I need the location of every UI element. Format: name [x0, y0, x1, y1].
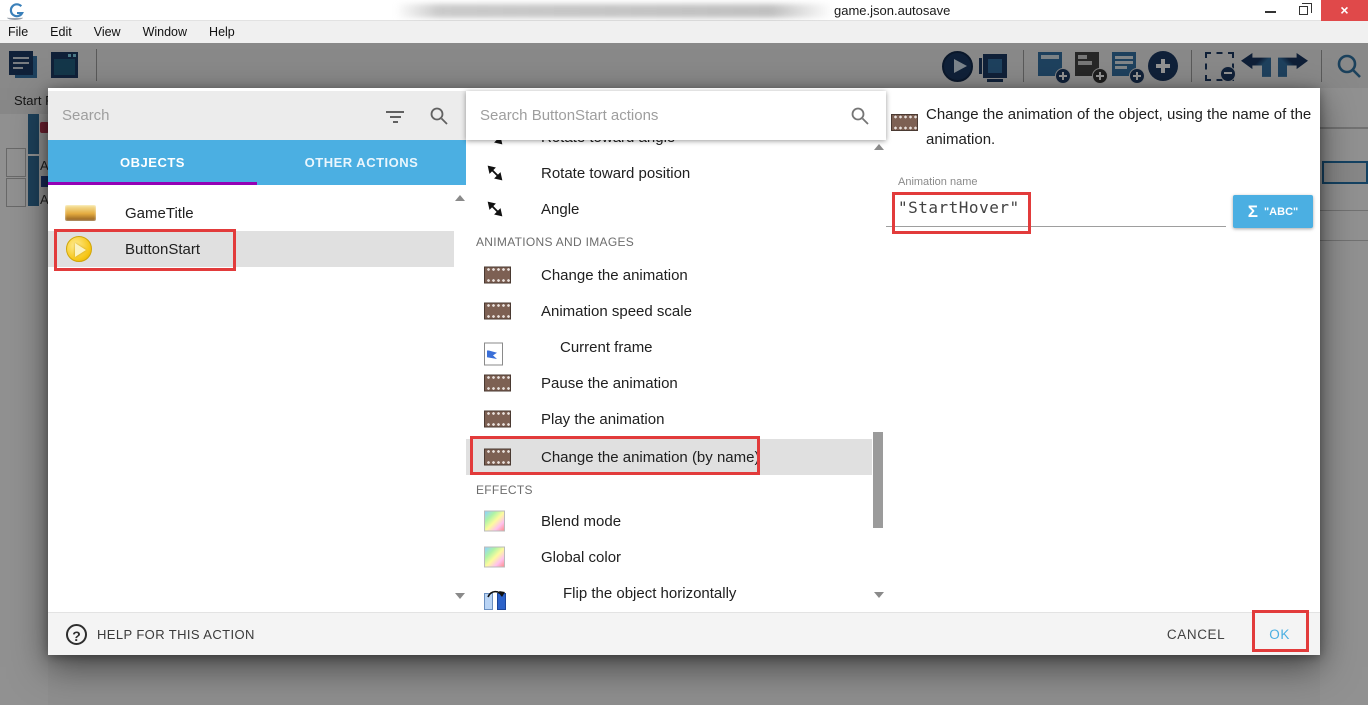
scroll-down-arrow-icon[interactable] — [874, 592, 884, 598]
menu-view[interactable]: View — [83, 21, 132, 43]
objects-scrollbar[interactable] — [453, 185, 465, 612]
flip-horizontal-icon — [484, 589, 506, 611]
game-title-sprite-icon — [65, 205, 96, 221]
maximize-button[interactable] — [1288, 0, 1319, 21]
cancel-button[interactable]: CANCEL — [1155, 619, 1237, 650]
search-icon — [850, 106, 870, 126]
title-bar: game.json.autosave × — [0, 0, 1368, 21]
menu-window[interactable]: Window — [132, 21, 198, 43]
action-row-angle[interactable]: Angle — [466, 191, 872, 227]
dialog-footer: ? HELP FOR THIS ACTION CANCEL OK — [48, 612, 1320, 655]
filter-icon[interactable] — [384, 106, 406, 126]
rotate-arrow-icon — [484, 198, 506, 220]
action-row-current-frame[interactable]: Current frame — [466, 329, 872, 365]
scroll-down-arrow-icon[interactable] — [455, 593, 465, 599]
search-icon — [429, 106, 449, 126]
scroll-up-arrow-icon[interactable] — [455, 195, 465, 201]
objects-search-input[interactable] — [62, 91, 362, 140]
actions-scrollbar[interactable] — [872, 140, 884, 612]
section-effects: EFFECTS — [466, 475, 872, 505]
logo-swoosh — [7, 15, 23, 20]
section-animations-and-images: ANIMATIONS AND IMAGES — [466, 227, 872, 257]
expression-editor-button[interactable]: Σ "ABC" — [1233, 195, 1313, 228]
action-editor-dialog: OBJECTS OTHER ACTIONS GameTitle ButtonSt… — [48, 88, 1320, 655]
redacted-file-path — [395, 4, 833, 18]
action-row-global-color[interactable]: Global color — [466, 539, 872, 575]
animation-name-label: Animation name — [898, 176, 978, 188]
frame-tool-icon — [484, 342, 503, 365]
action-row-rotate-toward-position[interactable]: Rotate toward position — [466, 155, 872, 191]
window-title: game.json.autosave — [834, 3, 950, 18]
actions-list: Rotate toward angle Rotate toward positi… — [466, 88, 872, 612]
film-strip-icon — [484, 375, 511, 392]
menu-help[interactable]: Help — [198, 21, 246, 43]
annotation-ok-button — [1252, 610, 1309, 652]
object-tabs: OBJECTS OTHER ACTIONS — [48, 140, 466, 185]
actions-search-input[interactable] — [480, 91, 810, 140]
annotation-buttonstart-object — [54, 229, 236, 271]
rotate-arrow-icon — [484, 162, 506, 184]
menu-file[interactable]: File — [0, 21, 39, 43]
film-strip-icon — [484, 267, 511, 284]
objects-search-box — [48, 91, 466, 140]
action-description: Change the animation of the object, usin… — [926, 102, 1326, 152]
annotation-animation-name-field — [892, 192, 1031, 234]
close-button[interactable]: × — [1321, 0, 1368, 21]
film-strip-icon — [891, 114, 918, 131]
action-row-pause-the-animation[interactable]: Pause the animation — [466, 365, 872, 401]
object-row-gametitle[interactable]: GameTitle — [48, 195, 454, 231]
object-name: GameTitle — [125, 205, 194, 222]
action-row-flip-horizontally[interactable]: Flip the object horizontally — [466, 575, 872, 611]
scrollbar-thumb[interactable] — [873, 432, 883, 528]
color-gradient-icon — [484, 547, 505, 568]
film-strip-icon — [484, 303, 511, 320]
actions-search-box — [466, 91, 886, 140]
menu-edit[interactable]: Edit — [39, 21, 83, 43]
action-row-animation-speed-scale[interactable]: Animation speed scale — [466, 293, 872, 329]
question-mark-icon: ? — [66, 624, 87, 645]
color-gradient-icon — [484, 511, 505, 532]
action-row-change-the-animation[interactable]: Change the animation — [466, 257, 872, 293]
help-for-this-action-button[interactable]: ? HELP FOR THIS ACTION — [66, 624, 255, 645]
minimize-button[interactable] — [1255, 0, 1286, 21]
film-strip-icon — [484, 411, 511, 428]
tab-objects[interactable]: OBJECTS — [48, 140, 257, 185]
action-row-blend-mode[interactable]: Blend mode — [466, 503, 872, 539]
action-parameters-panel: Change the animation of the object, usin… — [886, 88, 1320, 612]
annotation-change-animation-by-name — [470, 436, 760, 475]
scroll-up-arrow-icon[interactable] — [874, 144, 884, 150]
action-row-play-the-animation[interactable]: Play the animation — [466, 401, 872, 437]
tab-other-actions[interactable]: OTHER ACTIONS — [257, 140, 466, 185]
sigma-icon: Σ — [1248, 202, 1258, 222]
menu-bar: File Edit View Window Help — [0, 21, 1368, 43]
